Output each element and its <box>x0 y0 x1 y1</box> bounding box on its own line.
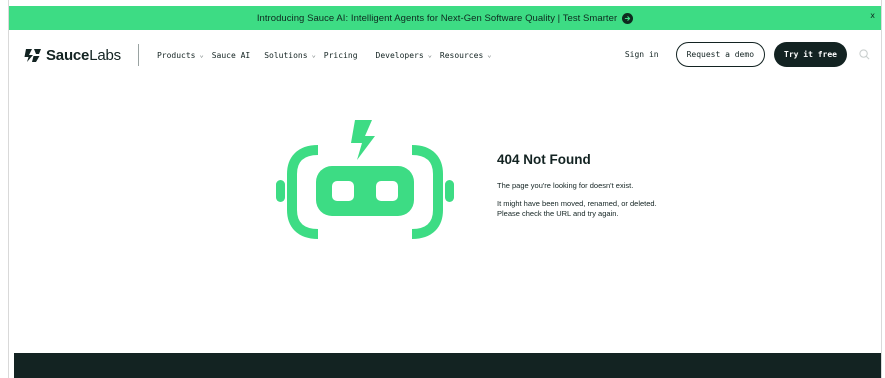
saucelabs-logo[interactable]: SauceLabs <box>23 47 121 64</box>
robot-404-illustration <box>276 120 454 239</box>
nav-solutions-label: Solutions <box>264 50 308 60</box>
page-title: 404 Not Found <box>497 152 591 167</box>
nav-actions: Sign in Request a demo Try it free <box>625 42 871 67</box>
footer <box>14 353 881 378</box>
nav-pricing-label: Pricing <box>323 50 358 60</box>
nav-pricing[interactable]: Pricing <box>324 51 358 60</box>
viewport-frame-left <box>0 0 9 378</box>
nav-developers[interactable]: Developers ⌄ <box>376 51 432 60</box>
announcement-banner[interactable]: Introducing Sauce AI: Intelligent Agents… <box>9 6 881 30</box>
nav-divider <box>137 44 139 66</box>
nav-products[interactable]: Products ⌄ <box>157 51 204 60</box>
chevron-down-icon: ⌄ <box>427 51 432 59</box>
chevron-down-icon: ⌄ <box>199 51 204 59</box>
nav-products-label: Products <box>156 50 196 60</box>
try-it-free-button[interactable]: Try it free <box>774 42 847 67</box>
chevron-down-icon: ⌄ <box>487 51 492 59</box>
search-icon[interactable] <box>859 49 871 61</box>
request-demo-button[interactable]: Request a demo <box>675 42 766 67</box>
error-detail: It might have been moved, renamed, or de… <box>497 199 657 218</box>
logo-wordmark: SauceLabs <box>46 46 121 64</box>
nav-solutions[interactable]: Solutions ⌄ <box>264 51 316 60</box>
arrow-right-icon[interactable] <box>622 12 634 24</box>
nav-sauce-ai-label: Sauce AI <box>211 50 251 60</box>
nav-resources-label: Resources <box>439 50 484 60</box>
sauce-bolt-icon <box>24 48 41 62</box>
chevron-down-icon: ⌄ <box>311 51 316 59</box>
banner-close-button[interactable]: x <box>870 11 875 20</box>
banner-text[interactable]: Introducing Sauce AI: Intelligent Agents… <box>257 13 617 24</box>
nav-sauce-ai[interactable]: Sauce AI <box>212 51 251 60</box>
error-content: 404 Not Found The page you're looking fo… <box>497 152 677 219</box>
nav-developers-label: Developers <box>375 50 424 60</box>
main-navigation: SauceLabs Products ⌄ Sauce AI Solutions ⌄ … <box>9 30 881 80</box>
error-message: The page you're looking for doesn't exis… <box>497 181 634 190</box>
nav-resources[interactable]: Resources ⌄ <box>440 51 492 60</box>
sign-in-link[interactable]: Sign in <box>625 50 659 59</box>
viewport-frame-right <box>881 0 885 378</box>
